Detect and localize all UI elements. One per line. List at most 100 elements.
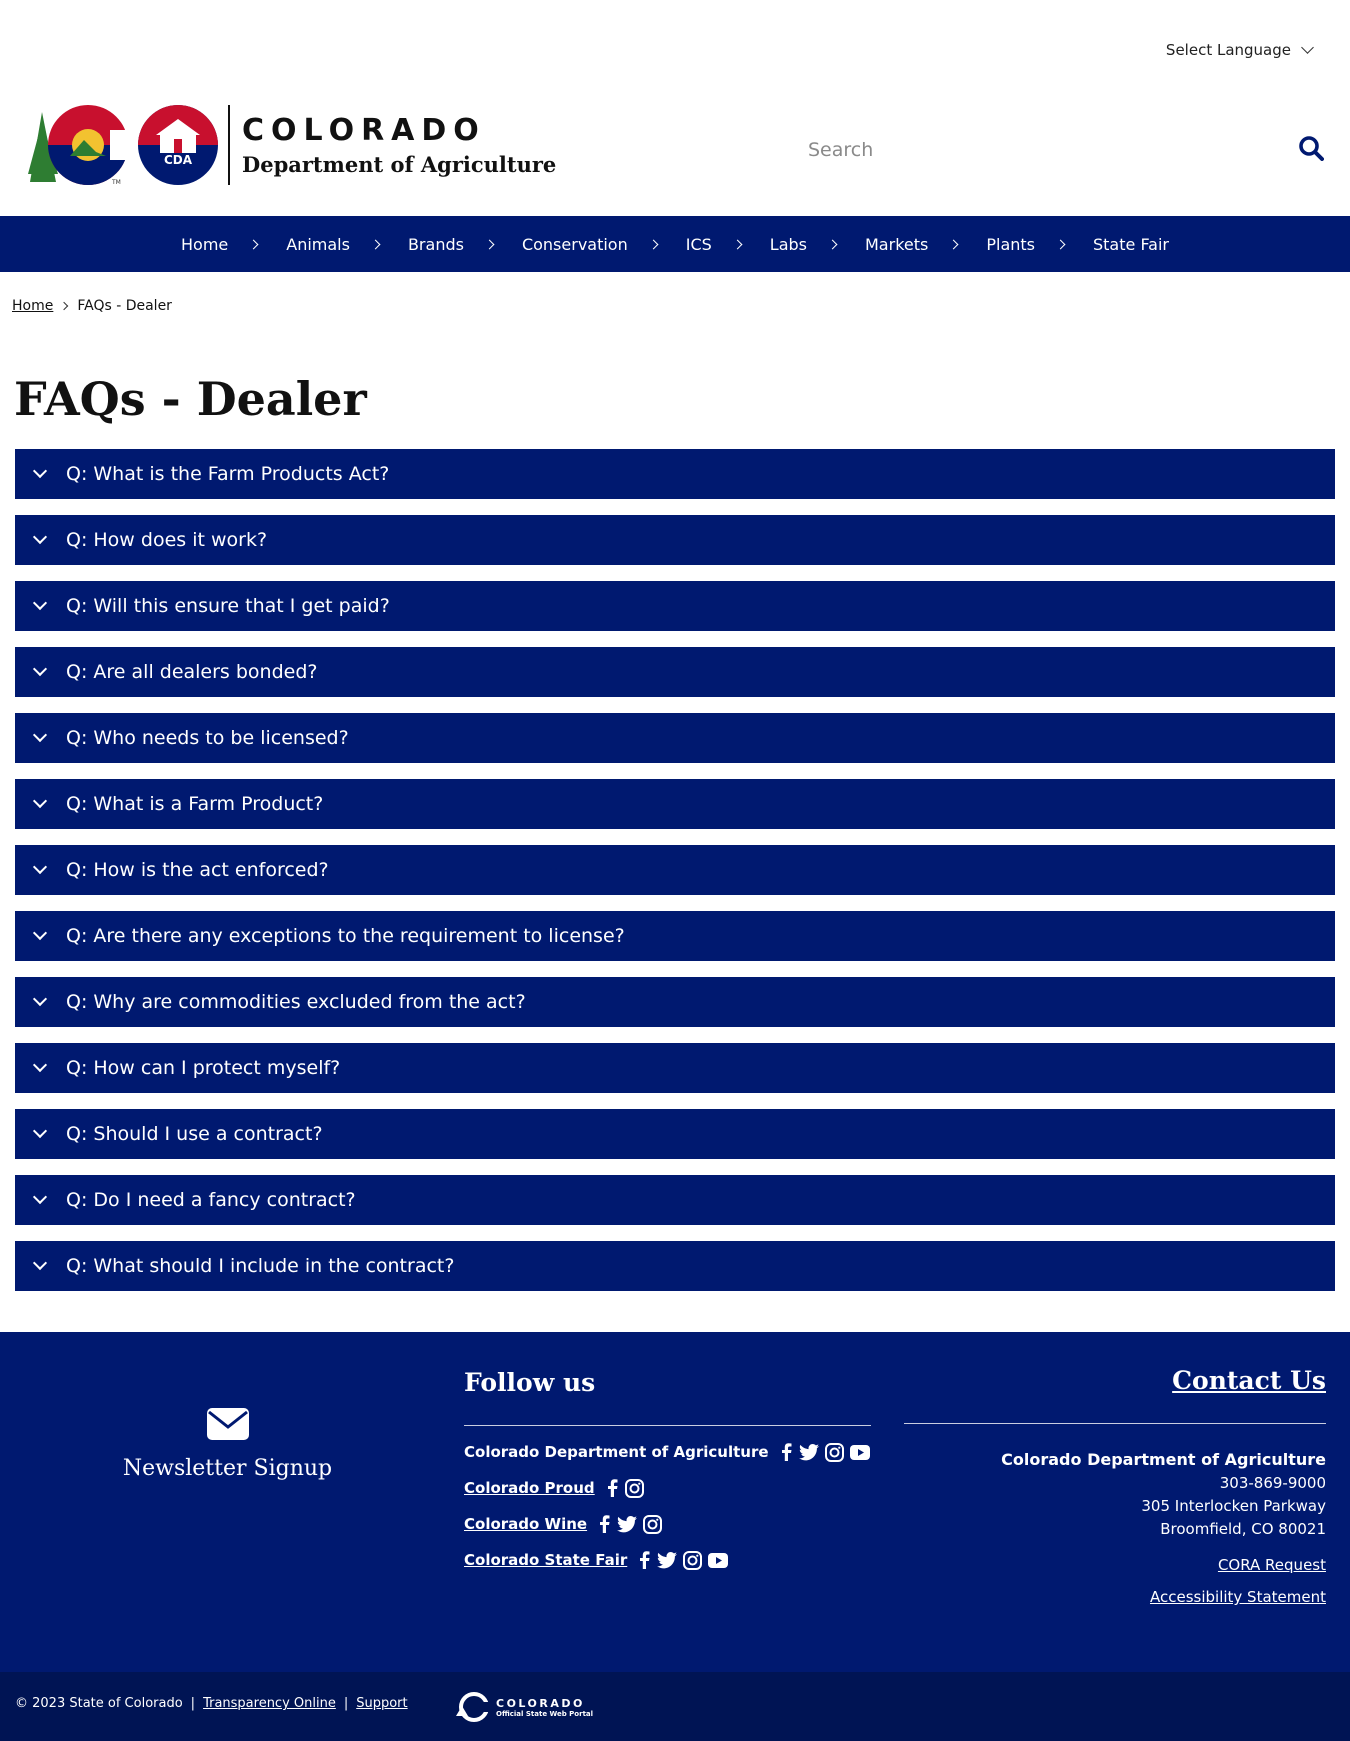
chevron-down-icon <box>32 1057 48 1073</box>
divider <box>464 1425 871 1426</box>
faq-item[interactable]: Q: Should I use a contract? <box>15 1109 1335 1159</box>
youtube-icon[interactable] <box>849 1444 870 1460</box>
twitter-icon[interactable] <box>798 1443 819 1461</box>
nav-item-markets[interactable]: Markets <box>865 235 986 254</box>
separator: | <box>343 1696 349 1711</box>
cora-request-link[interactable]: CORA Request <box>904 1556 1326 1574</box>
chevron-down-icon <box>32 595 48 611</box>
faq-item[interactable]: Q: Are all dealers bonded? <box>15 647 1335 697</box>
chevron-right-icon <box>60 301 69 311</box>
chevron-right-icon <box>484 239 495 249</box>
logo-divider <box>228 105 230 185</box>
faq-item[interactable]: Q: Are there any exceptions to the requi… <box>15 911 1335 961</box>
chevron-down-icon <box>32 1255 48 1271</box>
site-header: TM CDA COLORADO Department of Agricultur… <box>0 96 1350 216</box>
youtube-icon[interactable] <box>708 1552 729 1568</box>
breadcrumb: Home FAQs - Dealer <box>12 298 172 314</box>
nav-item-ics[interactable]: ICS <box>686 235 770 254</box>
transparency-online-link[interactable]: Transparency Online <box>203 1696 336 1711</box>
support-link[interactable]: Support <box>356 1696 407 1711</box>
instagram-icon[interactable] <box>824 1442 844 1462</box>
social-link[interactable]: Colorado Wine <box>464 1515 587 1533</box>
contact-us: Contact Us Colorado Department of Agricu… <box>904 1366 1326 1606</box>
language-selector[interactable]: Select Language <box>1165 41 1314 59</box>
faq-item[interactable]: Q: How can I protect myself? <box>15 1043 1335 1093</box>
search-icon[interactable] <box>1298 135 1324 165</box>
nav-label: Home <box>181 234 229 254</box>
chevron-down-icon <box>32 661 48 677</box>
faq-item[interactable]: Q: Do I need a fancy contract? <box>15 1175 1335 1225</box>
twitter-icon[interactable] <box>617 1515 638 1533</box>
nav-label: Animals <box>286 234 350 254</box>
copyright: © 2023 State of Colorado <box>15 1696 183 1711</box>
faq-item[interactable]: Q: What is a Farm Product? <box>15 779 1335 829</box>
faq-question: Q: Will this ensure that I get paid? <box>66 595 390 617</box>
instagram-icon[interactable] <box>643 1514 663 1534</box>
state-portal-logo[interactable]: COLORADO Official State Web Portal <box>454 1692 593 1722</box>
svg-text:CDA: CDA <box>164 153 193 167</box>
facebook-icon[interactable] <box>779 1443 793 1461</box>
faq-question: Q: Why are commodities excluded from the… <box>66 991 526 1013</box>
faq-item[interactable]: Q: Will this ensure that I get paid? <box>15 581 1335 631</box>
twitter-icon[interactable] <box>657 1551 678 1569</box>
accessibility-statement-link[interactable]: Accessibility Statement <box>904 1588 1326 1606</box>
main-nav: Home Animals Brands Conservation ICS Lab… <box>0 216 1350 272</box>
nav-label: Markets <box>865 234 929 254</box>
faq-question: Q: How is the act enforced? <box>66 859 329 881</box>
nav-item-labs[interactable]: Labs <box>770 235 865 254</box>
nav-label: State Fair <box>1093 234 1169 254</box>
chevron-down-icon <box>32 529 48 545</box>
facebook-icon[interactable] <box>605 1479 619 1497</box>
faq-item[interactable]: Q: Why are commodities excluded from the… <box>15 977 1335 1027</box>
facebook-icon[interactable] <box>637 1551 651 1569</box>
chevron-right-icon <box>370 239 381 249</box>
instagram-icon[interactable] <box>683 1550 703 1570</box>
nav-item-animals[interactable]: Animals <box>286 235 408 254</box>
chevron-right-icon <box>948 239 959 249</box>
nav-label: ICS <box>685 234 712 254</box>
footer-bottom-bar: © 2023 State of Colorado | Transparency … <box>0 1672 1350 1741</box>
social-link[interactable]: Colorado Proud <box>464 1479 595 1497</box>
nav-label: Plants <box>986 234 1035 254</box>
chevron-down-icon <box>32 1189 48 1205</box>
envelope-icon <box>206 1408 249 1440</box>
faq-question: Q: How does it work? <box>66 529 268 551</box>
instagram-icon[interactable] <box>624 1478 644 1498</box>
faq-question: Q: How can I protect myself? <box>66 1057 341 1079</box>
colorado-c-logo: TM <box>28 105 132 186</box>
social-row-colorado-wine: Colorado Wine <box>464 1514 871 1534</box>
search-input[interactable] <box>808 139 1228 161</box>
contact-us-link[interactable]: Contact Us <box>1172 1366 1326 1395</box>
chevron-right-icon <box>248 239 259 249</box>
faq-question: Q: Who needs to be licensed? <box>66 727 349 749</box>
chevron-down-icon <box>32 925 48 941</box>
chevron-down-icon <box>32 463 48 479</box>
nav-item-home[interactable]: Home <box>181 235 286 254</box>
social-link[interactable]: Colorado State Fair <box>464 1551 627 1569</box>
nav-label: Labs <box>769 234 807 254</box>
chevron-right-icon <box>827 239 838 249</box>
language-label: Select Language <box>1165 41 1291 59</box>
facebook-icon[interactable] <box>597 1515 611 1533</box>
faq-question: Q: What is a Farm Product? <box>66 793 324 815</box>
faq-item[interactable]: Q: What should I include in the contract… <box>15 1241 1335 1291</box>
social-row-state-fair: Colorado State Fair <box>464 1550 871 1570</box>
faq-item[interactable]: Q: How is the act enforced? <box>15 845 1335 895</box>
separator: | <box>190 1696 196 1711</box>
site-logo[interactable]: TM CDA COLORADO Department of Agricultur… <box>28 102 556 188</box>
breadcrumb-home-link[interactable]: Home <box>12 298 53 314</box>
nav-item-brands[interactable]: Brands <box>408 235 522 254</box>
faq-item[interactable]: Q: What is the Farm Products Act? <box>15 449 1335 499</box>
nav-item-state-fair[interactable]: State Fair <box>1093 235 1169 254</box>
faq-item[interactable]: Q: How does it work? <box>15 515 1335 565</box>
contact-address-line-2: Broomfield, CO 80021 <box>1160 1520 1326 1538</box>
nav-item-plants[interactable]: Plants <box>986 235 1093 254</box>
nav-item-conservation[interactable]: Conservation <box>522 235 686 254</box>
newsletter-signup[interactable]: Newsletter Signup <box>0 1408 455 1481</box>
page-title: FAQs - Dealer <box>14 372 367 426</box>
faq-question: Q: What is the Farm Products Act? <box>66 463 390 485</box>
site-footer: Newsletter Signup Follow us Colorado Dep… <box>0 1332 1350 1672</box>
faq-item[interactable]: Q: Who needs to be licensed? <box>15 713 1335 763</box>
chevron-down-icon <box>32 859 48 875</box>
svg-text:TM: TM <box>111 179 121 186</box>
